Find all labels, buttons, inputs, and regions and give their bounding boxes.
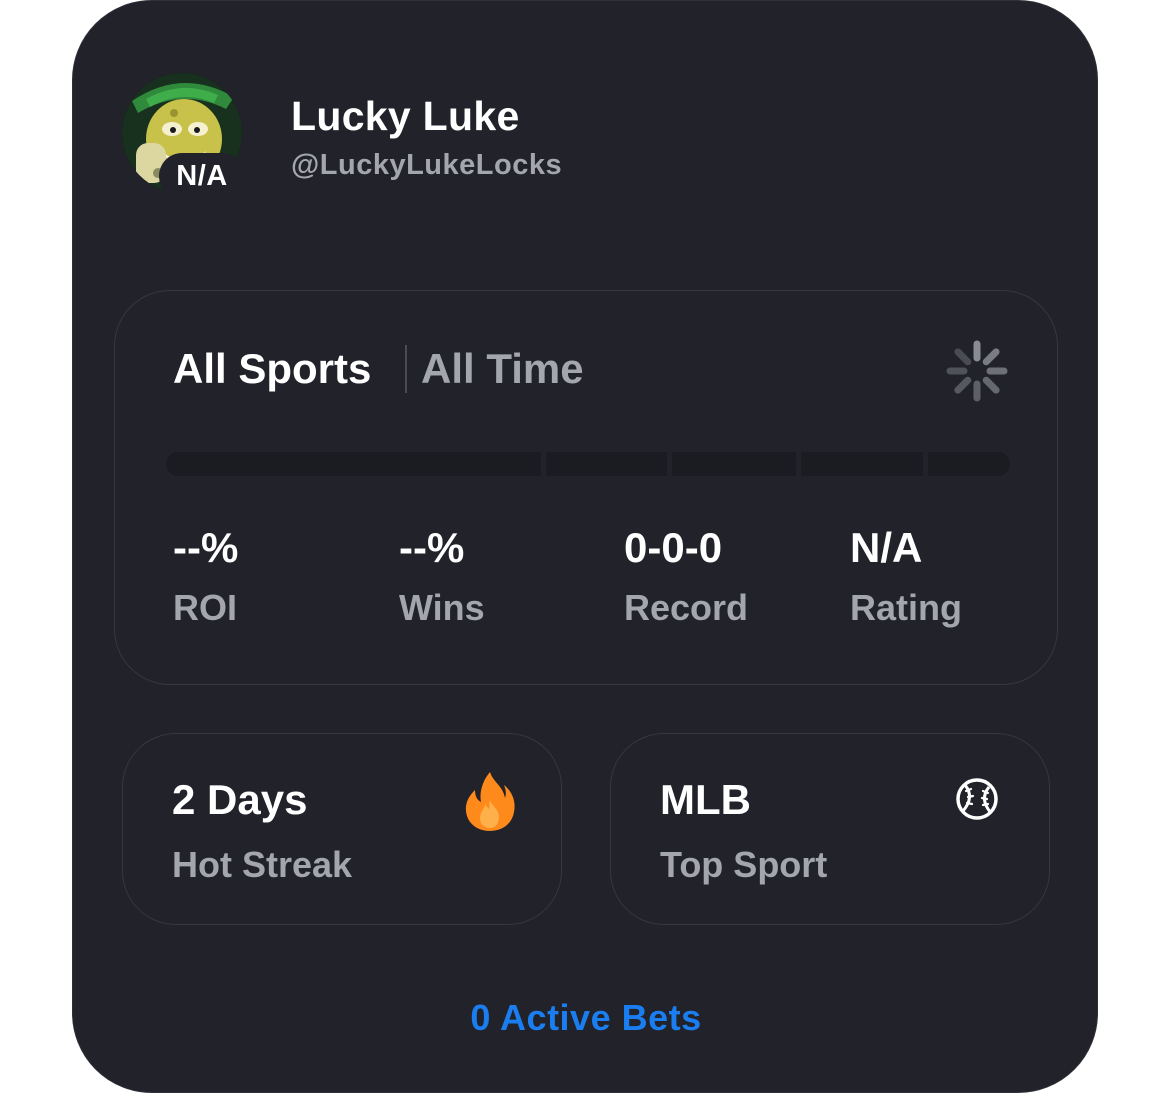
top-sport-value: MLB xyxy=(660,776,751,823)
record-bar-segment xyxy=(546,452,667,476)
stat-record: 0-0-0 Record xyxy=(624,521,748,629)
profile-card: N/A Lucky Luke @LuckyLukeLocks All Sport… xyxy=(72,0,1098,1093)
record-bar-segment xyxy=(801,452,923,476)
filter-divider xyxy=(405,345,407,393)
stat-value: N/A xyxy=(850,524,923,571)
rating-badge: N/A xyxy=(159,153,245,199)
stat-label: Wins xyxy=(399,587,485,628)
time-filter[interactable]: All Time xyxy=(421,345,584,393)
stat-rating: N/A Rating xyxy=(850,521,962,629)
fire-icon xyxy=(465,772,515,831)
streak-label: Hot Streak xyxy=(172,844,353,885)
streak-value: 2 Days xyxy=(172,776,308,823)
loading-spinner-icon xyxy=(946,340,1008,402)
stat-label: Record xyxy=(624,587,749,628)
record-bar-segment xyxy=(928,452,1010,476)
record-bar xyxy=(166,452,1010,476)
baseball-icon xyxy=(956,778,998,820)
stat-roi: --% ROI xyxy=(173,521,238,629)
hot-streak-tile[interactable]: 2 Days Hot Streak xyxy=(122,733,562,925)
record-bar-segment xyxy=(672,452,796,476)
record-bar-segment xyxy=(166,452,541,476)
top-sport-tile[interactable]: MLB Top Sport xyxy=(610,733,1050,925)
stat-value: 0-0-0 xyxy=(624,524,723,571)
sport-filter[interactable]: All Sports xyxy=(173,345,371,393)
stat-label: Rating xyxy=(850,587,962,628)
stat-value: --% xyxy=(399,524,465,571)
active-bets-link[interactable]: 0 Active Bets xyxy=(73,997,1099,1039)
top-sport-label: Top Sport xyxy=(660,844,828,885)
stats-panel: All Sports All Time --% ROI --% Wins 0-0… xyxy=(114,290,1058,685)
user-handle: @LuckyLukeLocks xyxy=(291,149,563,181)
stat-wins: --% Wins xyxy=(399,521,485,629)
stat-label: ROI xyxy=(173,587,238,628)
display-name: Lucky Luke xyxy=(291,93,520,139)
stat-value: --% xyxy=(173,524,239,571)
